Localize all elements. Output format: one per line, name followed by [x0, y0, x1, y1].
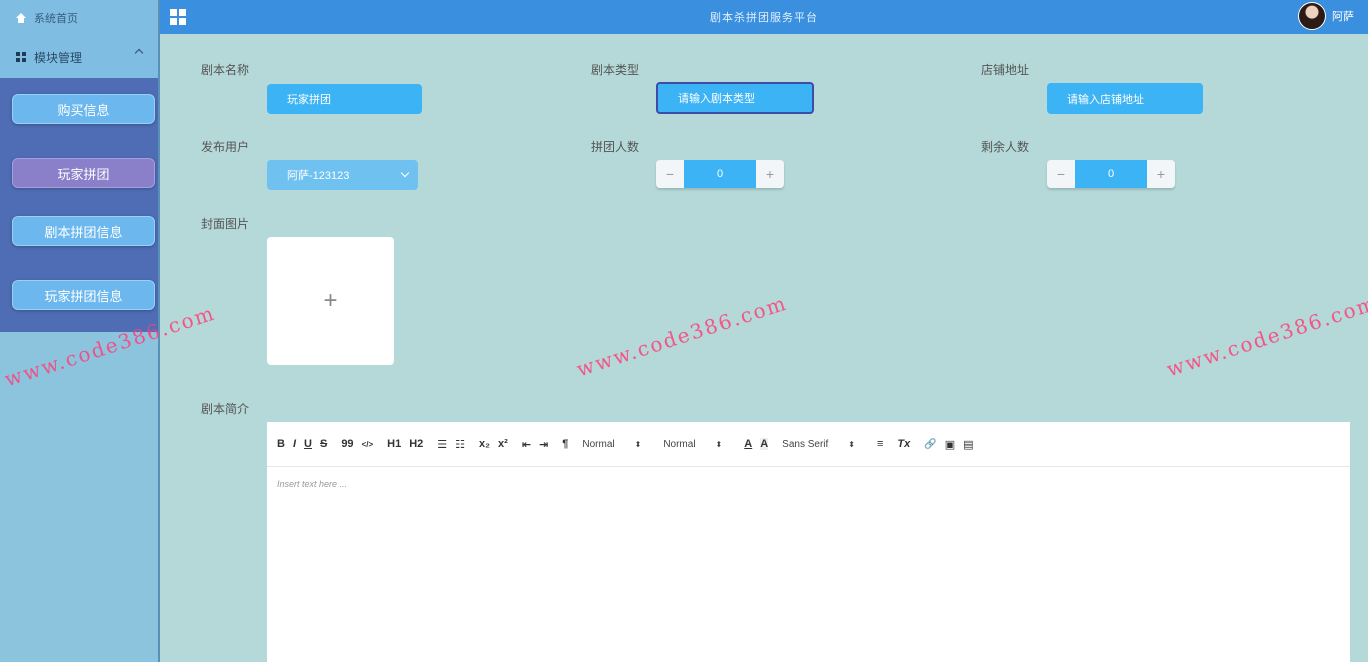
updown-icon: ⬍ — [715, 439, 723, 449]
plus-icon: + — [323, 287, 338, 314]
top-header: 剧本杀拼团服务平台 阿萨 — [160, 0, 1368, 34]
sidebar-item-label: 购买信息 — [57, 102, 110, 118]
text-direction-button[interactable]: ¶ — [562, 438, 568, 450]
store-address-input[interactable]: 请输入店铺地址 — [1047, 83, 1203, 114]
script-type-label: 剧本类型 — [591, 63, 640, 77]
header-2-button[interactable]: H2 — [409, 438, 423, 450]
group-count-stepper[interactable]: − 0 + — [656, 160, 784, 188]
image-button[interactable]: ▣ — [945, 438, 955, 451]
chevron-up-icon — [134, 48, 144, 58]
username: 阿萨 — [1332, 11, 1354, 23]
grid-icon — [16, 52, 26, 62]
clean-format-button[interactable]: Tx — [897, 438, 910, 450]
font-select-value: Sans Serif — [782, 438, 829, 450]
script-name-label: 剧本名称 — [201, 63, 250, 77]
plus-icon[interactable]: + — [756, 160, 784, 188]
main-form: 剧本名称 玩家拼团 剧本类型 请输入剧本类型 店铺地址 请输入店铺地址 发布用户… — [2, 34, 1368, 662]
header-select-value: Normal — [663, 438, 696, 450]
sidebar-group-label: 模块管理 — [34, 50, 83, 65]
cover-label: 封面图片 — [201, 217, 250, 231]
background-color-button[interactable]: A — [760, 438, 769, 450]
intro-label: 剧本简介 — [201, 402, 250, 416]
store-address-label: 店铺地址 — [981, 63, 1030, 77]
outdent-button[interactable]: ⇤ — [522, 438, 531, 451]
editor-content[interactable]: Insert text here ... — [267, 467, 1350, 501]
sidebar-group-module[interactable]: 模块管理 — [0, 36, 158, 78]
app-title: 剧本杀拼团服务平台 — [710, 12, 818, 24]
sidebar-item-label: 剧本拼团信息 — [44, 224, 123, 240]
size-select[interactable]: Normal ⬍ — [582, 439, 641, 450]
superscript-button[interactable]: x² — [498, 438, 508, 450]
code-block-button[interactable]: </> — [362, 440, 374, 449]
sidebar-home[interactable]: 系统首页 — [0, 0, 158, 36]
watermark: www.code386.com — [1163, 290, 1368, 382]
avatar[interactable] — [1298, 2, 1326, 30]
minus-icon[interactable]: − — [1047, 160, 1075, 188]
remaining-value[interactable]: 0 — [1075, 160, 1147, 188]
publisher-label: 发布用户 — [201, 140, 250, 154]
sidebar-home-label: 系统首页 — [34, 13, 78, 25]
home-icon — [16, 13, 26, 23]
script-name-input[interactable]: 玩家拼团 — [267, 84, 422, 114]
video-button[interactable]: ▤ — [963, 438, 973, 451]
text-color-button[interactable]: A — [744, 438, 752, 450]
cover-uploader[interactable]: + — [267, 237, 394, 365]
updown-icon: ⬍ — [634, 439, 642, 449]
remaining-stepper[interactable]: − 0 + — [1047, 160, 1175, 188]
plus-icon[interactable]: + — [1147, 160, 1175, 188]
align-button[interactable]: ≡ — [877, 438, 883, 450]
user-menu[interactable]: 阿萨 — [1298, 2, 1354, 30]
sidebar-item-label: 玩家拼团 — [57, 166, 110, 182]
sidebar-item-purchase-info[interactable]: 购买信息 — [12, 94, 155, 124]
group-count-value[interactable]: 0 — [684, 160, 756, 188]
indent-button[interactable]: ⇥ — [539, 438, 548, 451]
link-button[interactable]: 🔗 — [924, 439, 936, 450]
rich-text-editor: B I U S 99 </> H1 H2 ☰ ☷ x₂ x² ⇤ ⇥ ¶ Nor… — [267, 422, 1350, 662]
sidebar-menu: 购买信息 玩家拼团 剧本拼团信息 玩家拼团信息 — [0, 78, 158, 332]
ordered-list-button[interactable]: ☰ — [437, 438, 447, 451]
editor-toolbar: B I U S 99 </> H1 H2 ☰ ☷ x₂ x² ⇤ ⇥ ¶ Nor… — [267, 422, 1350, 467]
sidebar-item-player-group[interactable]: 玩家拼团 — [12, 158, 155, 188]
chevron-down-icon — [400, 168, 410, 178]
header-1-button[interactable]: H1 — [387, 438, 401, 450]
remaining-label: 剩余人数 — [981, 140, 1030, 154]
watermark: www.code386.com — [573, 290, 791, 382]
group-count-label: 拼团人数 — [591, 140, 640, 154]
bullet-list-button[interactable]: ☷ — [455, 438, 465, 451]
underline-button[interactable]: U — [304, 438, 312, 450]
sidebar-item-player-group-info[interactable]: 玩家拼团信息 — [12, 280, 155, 310]
minus-icon[interactable]: − — [656, 160, 684, 188]
strike-button[interactable]: S — [320, 438, 327, 450]
publisher-select[interactable]: 阿萨-123123 — [267, 160, 418, 190]
italic-button[interactable]: I — [293, 438, 296, 450]
size-select-value: Normal — [582, 438, 615, 450]
sidebar-item-label: 玩家拼团信息 — [44, 288, 123, 304]
publisher-value: 阿萨-123123 — [287, 170, 350, 182]
updown-icon: ⬍ — [848, 439, 855, 449]
subscript-button[interactable]: x₂ — [479, 438, 490, 450]
blockquote-button[interactable]: 99 — [341, 438, 353, 450]
header-select[interactable]: Normal ⬍ — [663, 439, 722, 450]
sidebar-item-script-group-info[interactable]: 剧本拼团信息 — [12, 216, 155, 246]
bold-button[interactable]: B — [277, 438, 285, 450]
font-select[interactable]: Sans Serif ⬍ — [782, 439, 855, 450]
script-type-input[interactable]: 请输入剧本类型 — [656, 82, 814, 114]
